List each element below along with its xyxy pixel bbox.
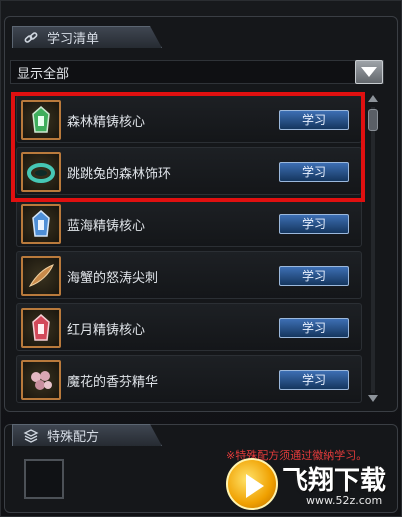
- scroll-down-icon[interactable]: [368, 395, 378, 402]
- learn-list-header: 学习清单: [12, 26, 162, 48]
- item-name: 海蟹的怒涛尖刺: [67, 271, 159, 286]
- list-item[interactable]: 海蟹的怒涛尖刺 学习: [16, 251, 362, 299]
- learn-button[interactable]: 学习: [279, 110, 349, 130]
- list-item[interactable]: 红月精铸核心 学习: [16, 303, 362, 351]
- stack-icon: [23, 428, 39, 443]
- red-crystal-icon: [21, 308, 61, 348]
- learn-list-title: 学习清单: [47, 32, 100, 47]
- recipe-list: 森林精铸核心 学习 跳跳兔的森林饰环 学习 蓝海精铸核心 学习 海蟹的怒涛尖刺 …: [16, 95, 364, 403]
- scroll-up-icon[interactable]: [368, 95, 378, 102]
- watermark: 飞翔下载 www.52z.com: [226, 458, 396, 514]
- scroll-thumb[interactable]: [368, 109, 378, 131]
- special-recipes-header: 特殊配方: [12, 424, 162, 446]
- list-item[interactable]: 森林精铸核心 学习: [16, 95, 362, 143]
- filter-dropdown-button[interactable]: [355, 60, 383, 84]
- item-name: 跳跳兔的森林饰环: [67, 167, 172, 182]
- link-icon: [24, 31, 38, 43]
- teal-ring-icon: [21, 152, 61, 192]
- filter-select[interactable]: 显示全部: [10, 60, 384, 84]
- recipe-slot[interactable]: [24, 459, 64, 499]
- list-item[interactable]: 跳跳兔的森林饰环 学习: [16, 147, 362, 195]
- crab-spike-icon: [21, 256, 61, 296]
- list-item[interactable]: 蓝海精铸核心 学习: [16, 199, 362, 247]
- learn-button[interactable]: 学习: [279, 162, 349, 182]
- special-recipes-title: 特殊配方: [47, 430, 100, 445]
- item-name: 魔花的香芬精华: [67, 375, 159, 390]
- learn-button[interactable]: 学习: [279, 318, 349, 338]
- item-name: 红月精铸核心: [67, 323, 146, 338]
- learn-button[interactable]: 学习: [279, 370, 349, 390]
- list-scrollbar[interactable]: [367, 95, 379, 405]
- watermark-url: www.52z.com: [306, 494, 383, 507]
- item-name: 森林精铸核心: [67, 115, 146, 130]
- filter-value: 显示全部: [17, 66, 70, 82]
- green-crystal-icon: [21, 100, 61, 140]
- watermark-title: 飞翔下载: [282, 466, 387, 496]
- blue-crystal-icon: [21, 204, 61, 244]
- list-item[interactable]: 魔花的香芬精华 学习: [16, 355, 362, 403]
- play-logo-icon: [226, 458, 278, 510]
- learn-button[interactable]: 学习: [279, 266, 349, 286]
- item-name: 蓝海精铸核心: [67, 219, 146, 234]
- learn-button[interactable]: 学习: [279, 214, 349, 234]
- chevron-down-icon: [361, 67, 377, 77]
- scroll-track[interactable]: [371, 107, 375, 393]
- flower-essence-icon: [21, 360, 61, 400]
